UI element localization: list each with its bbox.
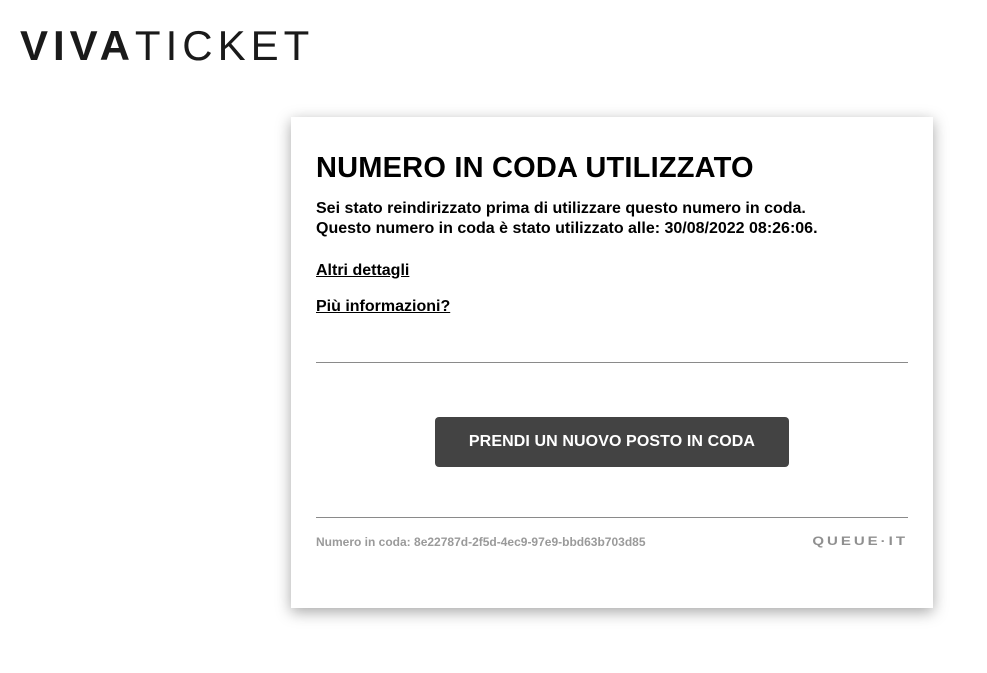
status-message-line2: Questo numero in coda è stato utilizzato…: [316, 220, 818, 237]
logo-bold-part: VIVA: [20, 22, 135, 69]
divider-top: [316, 362, 908, 363]
status-message-line1: Sei stato reindirizzato prima di utilizz…: [316, 200, 806, 217]
logo-light-part: TICKET: [134, 22, 315, 69]
status-message: Sei stato reindirizzato prima di utilizz…: [316, 199, 906, 239]
divider-bottom: [316, 517, 908, 518]
queue-number-value: 8e22787d-2f5d-4ec9-97e9-bbd63b703d85: [414, 535, 646, 549]
vivaticket-logo[interactable]: VIVA TICKET: [20, 22, 315, 69]
queue-number: Numero in coda: 8e22787d-2f5d-4ec9-97e9-…: [316, 535, 646, 549]
page-title: NUMERO IN CODA UTILIZZATO: [316, 152, 754, 184]
more-info-link[interactable]: Più informazioni?: [316, 298, 450, 316]
queue-number-label: Numero in coda:: [316, 535, 411, 549]
new-queue-position-button[interactable]: PRENDI UN NUOVO POSTO IN CODA: [435, 417, 789, 467]
queue-it-logo[interactable]: QUEUE·IT: [812, 535, 908, 549]
page: VIVA TICKET NUMERO IN CODA UTILIZZATO Sei…: [0, 0, 987, 673]
details-link[interactable]: Altri dettagli: [316, 262, 409, 280]
queue-card: NUMERO IN CODA UTILIZZATO Sei stato rein…: [291, 117, 933, 608]
